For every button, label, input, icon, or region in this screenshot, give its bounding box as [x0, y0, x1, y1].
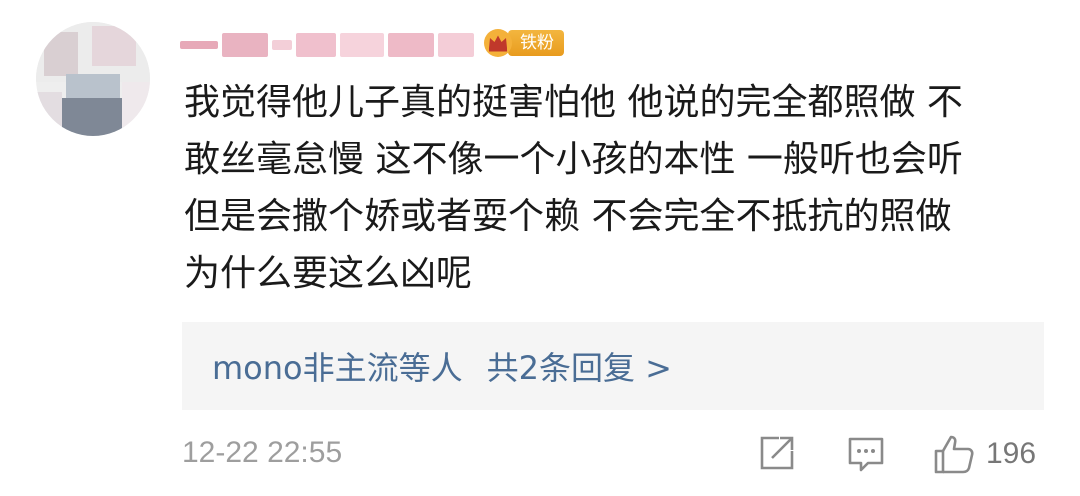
share-button[interactable]	[758, 434, 796, 472]
reply-count-link[interactable]: 共2条回复 >	[487, 343, 672, 389]
blur-segment	[340, 33, 384, 57]
comment-line: 我觉得他儿子真的挺害怕他 他说的完全都照做 不	[184, 82, 963, 123]
blur-segment	[438, 33, 474, 57]
avatar[interactable]	[36, 22, 150, 136]
comment-text: 我觉得他儿子真的挺害怕他 他说的完全都照做 不 敢丝毫怠慢 这不像一个小孩的本性…	[184, 74, 1044, 302]
like-count: 196	[986, 437, 1037, 470]
comment-line: 但是会撒个娇或者耍个赖 不会完全不抵抗的照做	[184, 196, 952, 237]
replies-preview[interactable]: mono非主流等人 共2条回复 >	[182, 322, 1044, 410]
thumbs-up-icon	[934, 435, 974, 474]
reply-button[interactable]	[846, 434, 886, 474]
avatar-pixel	[36, 92, 62, 136]
like-button[interactable]: 196	[932, 432, 1036, 476]
fan-badge[interactable]: 铁粉	[482, 28, 564, 58]
crown-icon	[484, 29, 512, 57]
comment-actions: 196	[0, 432, 1080, 480]
username-blurred[interactable]	[180, 26, 480, 64]
blur-segment	[388, 33, 434, 57]
avatar-pixel	[122, 82, 150, 136]
fan-badge-label: 铁粉	[508, 30, 564, 56]
blur-segment	[180, 41, 218, 49]
blur-segment	[296, 33, 336, 57]
comment-line: 敢丝毫怠慢 这不像一个小孩的本性 一般听也会听	[184, 139, 963, 180]
avatar-pixel	[44, 32, 78, 76]
blur-segment	[222, 33, 268, 57]
comment-icon	[848, 437, 884, 472]
avatar-pixel	[62, 98, 122, 136]
reply-users[interactable]: mono非主流等人	[212, 343, 463, 389]
avatar-pixel	[66, 74, 120, 98]
comment-line: 为什么要这么凶呢	[184, 253, 473, 294]
share-icon	[760, 436, 794, 470]
avatar-pixel	[92, 26, 136, 66]
blur-segment	[272, 40, 292, 50]
